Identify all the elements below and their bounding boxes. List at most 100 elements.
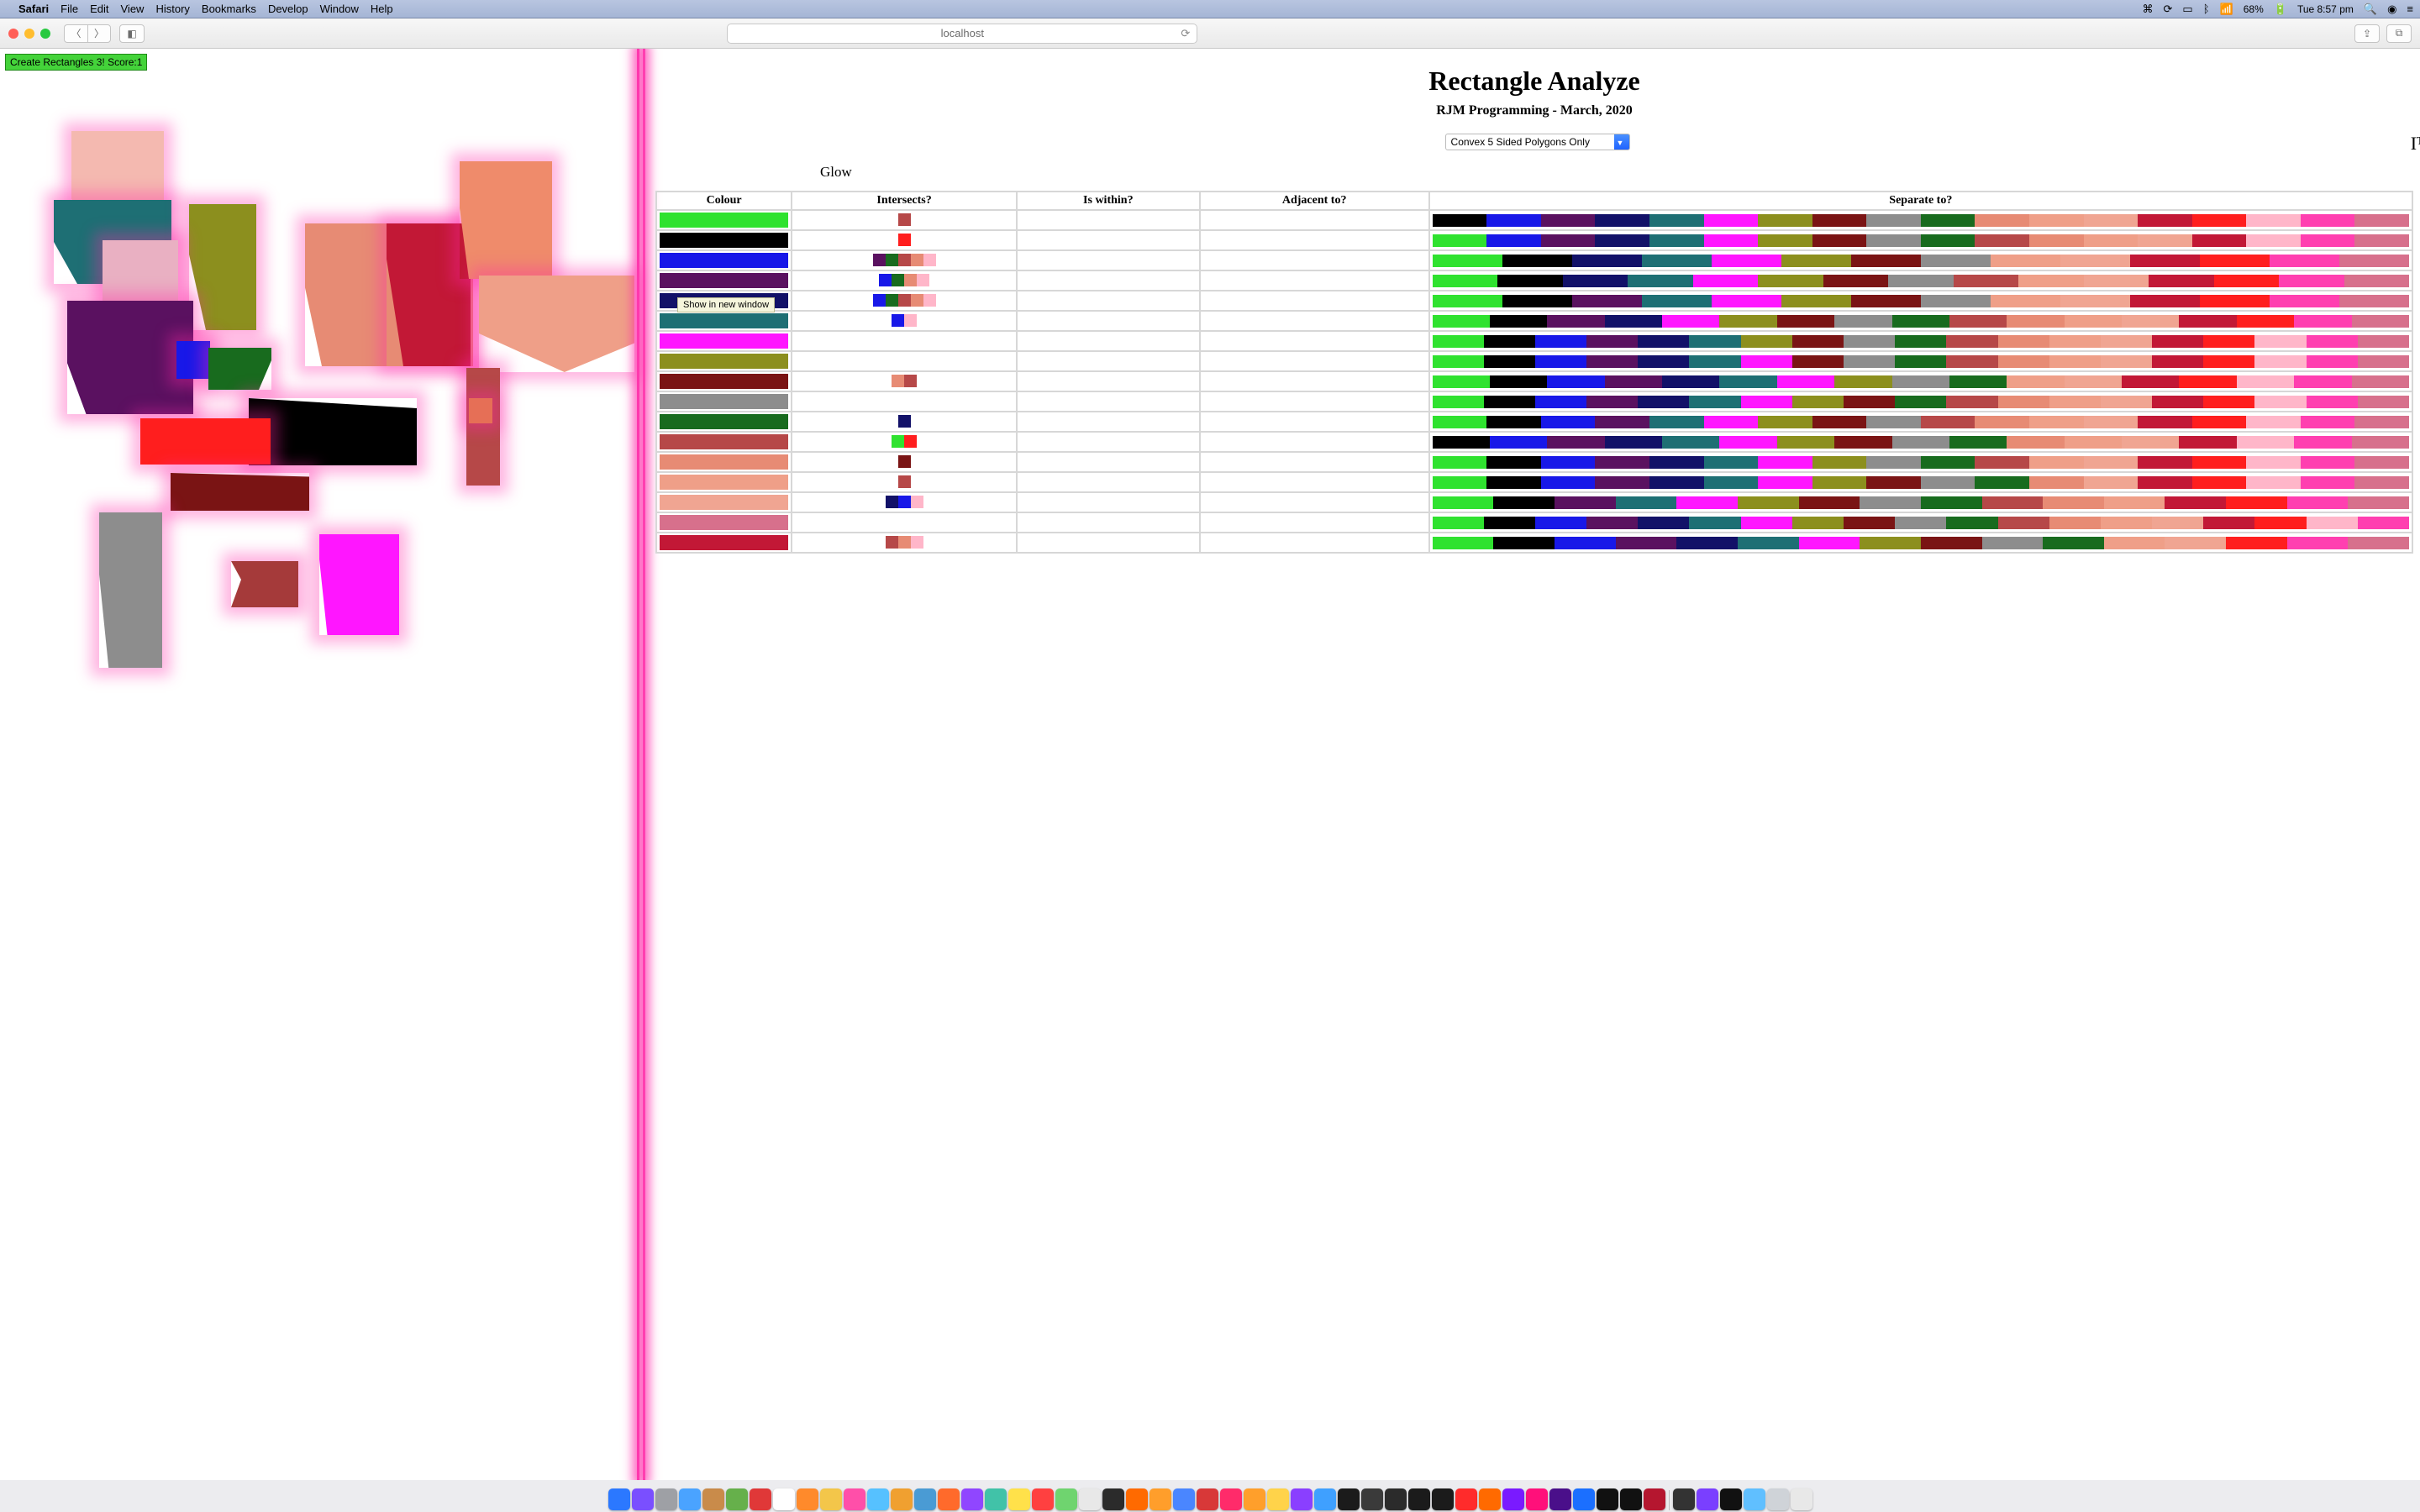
separate-swatch[interactable] [1777,375,1834,388]
separate-swatch[interactable] [1541,416,1596,428]
menubar-appname[interactable]: Safari [18,3,49,15]
separate-swatch[interactable] [1502,295,1572,307]
separate-swatch[interactable] [1555,496,1616,509]
separate-swatch[interactable] [1433,396,1484,408]
dock-app-icon[interactable] [1197,1488,1218,1510]
dock-app-icon[interactable] [797,1488,818,1510]
separate-swatch[interactable] [1834,375,1891,388]
intersect-swatch[interactable] [886,496,898,508]
menu-develop[interactable]: Develop [268,3,308,15]
dock-app-icon[interactable] [702,1488,724,1510]
colour-swatch[interactable] [660,495,788,510]
back-button[interactable]: 〈 [64,24,87,43]
separate-swatch[interactable] [1433,355,1484,368]
separate-swatch[interactable] [2254,355,2306,368]
dock-app-icon[interactable] [1791,1488,1812,1510]
separate-swatch[interactable] [1433,315,1490,328]
colour-swatch[interactable] [660,475,788,490]
separate-swatch[interactable] [1541,214,1596,227]
separate-swatch[interactable] [1758,214,1812,227]
dock-app-icon[interactable] [891,1488,913,1510]
separate-swatch[interactable] [1433,335,1484,348]
separate-swatch[interactable] [1719,375,1776,388]
separate-swatch[interactable] [1991,295,2060,307]
separate-swatch[interactable] [1954,275,2019,287]
separate-swatch[interactable] [2203,355,2254,368]
separate-swatch[interactable] [2192,416,2247,428]
separate-swatch[interactable] [1946,396,1997,408]
separate-swatch[interactable] [1781,295,1851,307]
separate-swatch[interactable] [2138,456,2192,469]
separate-swatch[interactable] [1628,275,1693,287]
dock-app-icon[interactable] [632,1488,654,1510]
separate-swatch[interactable] [1921,255,1991,267]
dock-app-icon[interactable] [1502,1488,1524,1510]
separate-swatch[interactable] [2138,234,2192,247]
separate-swatch[interactable] [1949,436,2007,449]
separate-swatch[interactable] [1493,537,1555,549]
intersect-swatch[interactable] [886,294,898,307]
separate-swatch[interactable] [1998,517,2049,529]
forward-button[interactable]: 〉 [87,24,111,43]
spotlight-icon[interactable]: 🔍 [2364,3,2377,16]
separate-swatch[interactable] [1921,234,1975,247]
dock-app-icon[interactable] [1314,1488,1336,1510]
separate-swatch[interactable] [2007,375,2064,388]
separate-swatch[interactable] [2065,436,2122,449]
separate-swatch[interactable] [1946,355,1997,368]
intersect-swatch[interactable] [911,294,923,307]
polygon-shape[interactable] [171,473,309,511]
separate-swatch[interactable] [2049,355,2101,368]
polygon-shape[interactable] [176,341,210,379]
separate-swatch[interactable] [2049,517,2101,529]
separate-swatch[interactable] [2152,355,2203,368]
bluetooth-icon[interactable]: ᛒ [2203,3,2210,15]
menu-history[interactable]: History [155,3,189,15]
separate-swatch[interactable] [1866,416,1921,428]
separate-swatch[interactable] [1638,396,1689,408]
separate-swatch[interactable] [2192,456,2247,469]
separate-swatch[interactable] [2084,234,2139,247]
separate-swatch[interactable] [1866,456,1921,469]
separate-swatch[interactable] [1998,396,2049,408]
separate-swatch[interactable] [1866,476,1921,489]
separate-swatch[interactable] [1921,537,1982,549]
separate-swatch[interactable] [1844,396,1895,408]
separate-swatch[interactable] [1844,517,1895,529]
separate-swatch[interactable] [1433,255,1502,267]
separate-swatch[interactable] [1844,335,1895,348]
intersect-swatch[interactable] [917,274,929,286]
separate-swatch[interactable] [1563,275,1628,287]
separate-swatch[interactable] [1921,295,1991,307]
dock-app-icon[interactable] [914,1488,936,1510]
polygon-shape[interactable] [469,398,492,423]
separate-swatch[interactable] [1719,315,1776,328]
separate-swatch[interactable] [1704,416,1759,428]
colour-swatch[interactable] [660,213,788,228]
separate-swatch[interactable] [2339,295,2409,307]
separate-swatch[interactable] [1433,456,1487,469]
close-window-button[interactable] [8,29,18,39]
separate-swatch[interactable] [2237,375,2294,388]
separate-swatch[interactable] [2226,537,2287,549]
polygon-shape[interactable] [479,276,634,372]
siri-icon[interactable]: ◉ [2387,3,2396,16]
separate-swatch[interactable] [2007,436,2064,449]
intersect-swatch[interactable] [904,274,917,286]
separate-swatch[interactable] [1812,416,1867,428]
polygon-shape[interactable] [231,561,298,607]
separate-swatch[interactable] [2138,476,2192,489]
colour-swatch[interactable] [660,515,788,530]
separate-swatch[interactable] [2254,335,2306,348]
separate-swatch[interactable] [1535,355,1586,368]
separate-swatch[interactable] [1502,255,1572,267]
separate-swatch[interactable] [1982,496,2044,509]
intersect-swatch[interactable] [911,496,923,508]
polygon-shape[interactable] [319,534,399,635]
separate-swatch[interactable] [2138,416,2192,428]
separate-swatch[interactable] [2029,214,2084,227]
separate-swatch[interactable] [1490,436,1547,449]
dock-app-icon[interactable] [820,1488,842,1510]
dock-app-icon[interactable] [1102,1488,1124,1510]
separate-swatch[interactable] [2165,537,2226,549]
